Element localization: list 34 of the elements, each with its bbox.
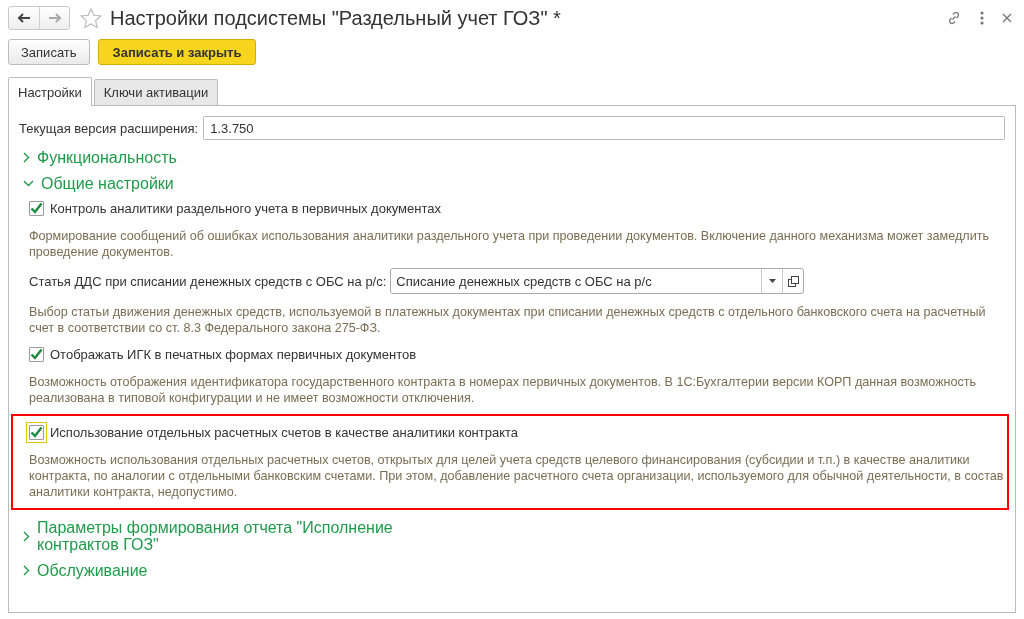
group-header[interactable]: Общие настройки [41, 175, 174, 192]
open-icon[interactable] [787, 275, 799, 287]
group-header[interactable]: Параметры формирования отчета "Исполнение контрактов ГОЗ" [37, 519, 407, 553]
chevron-right-icon[interactable] [23, 152, 30, 163]
link-icon[interactable] [946, 10, 962, 26]
tab[interactable]: Настройки [8, 77, 92, 106]
right-arrow-icon [46, 12, 63, 24]
group-header[interactable]: Обслуживание [37, 562, 148, 579]
checkbox-label[interactable]: Отображать ИГК в печатных формах первичных документов [50, 346, 417, 362]
description-text: Возможность отображения идентификатора государственного контракта в номерах первичных документов. В 1С:Бухгалтерии версии КОРП данная возможность реализована в типовой конфигурации и не имеет возможности отключения. [29, 374, 978, 406]
description-text: Возможность использования отдельных расчетных счетов, открытых для целей учета средств целевого финансирования (субсидии и т.п.) в качестве аналитики контракта, по аналогии с отдельными банковским счетами. При этом, добавление расчетного счета организации, используемого для обычной деятельности, в состав аналитики контракта, недопустимо. [29, 452, 1005, 500]
save-button[interactable]: Записать [8, 39, 90, 65]
chevron-right-icon[interactable] [23, 565, 30, 576]
checkbox[interactable] [29, 200, 44, 216]
version-field[interactable]: 1.3.750 [203, 116, 1005, 140]
checkbox-label[interactable]: Использование отдельных расчетных счетов в качестве аналитики контракта [50, 424, 519, 440]
field-label: Статья ДДС при списании денежных средств с ОБС на р/с: [29, 273, 387, 289]
field-label: Текущая версия расширения: [19, 120, 199, 136]
chevron-right-icon[interactable] [23, 530, 30, 542]
select-field[interactable]: Списание денежных средств с ОБС на р/с [390, 268, 805, 294]
save-and-close-button[interactable]: Записать и закрыть [97, 39, 257, 65]
star-icon[interactable] [80, 7, 102, 29]
more-icon[interactable] [980, 11, 984, 25]
dropdown-arrow-icon[interactable] [768, 279, 776, 283]
checkbox[interactable] [29, 346, 44, 362]
window-title: Настройки подсистемы "Раздельный учет ГОЗ" * [110, 6, 562, 30]
left-arrow-icon [16, 12, 32, 24]
description-text: Выбор статьи движения денежных средств, используемой в платежных документах при списании денежных средств с отдельного банковского счета на расчетный счет в соответствии со ст. 8.3 Федерального закона 275-ФЗ. [29, 304, 987, 336]
close-icon[interactable] [1002, 13, 1012, 23]
tab[interactable]: Ключи активации [93, 79, 219, 105]
checkbox-label[interactable]: Контроль аналитики раздельного учета в первичных документах [50, 200, 441, 216]
description-text: Формирование сообщений об ошибках использования аналитики раздельного учета при проведении документов. Включение данного механизма может замедлить проведение документов. [29, 228, 991, 260]
chevron-down-icon[interactable] [23, 180, 34, 187]
group-header[interactable]: Функциональность [37, 149, 177, 166]
